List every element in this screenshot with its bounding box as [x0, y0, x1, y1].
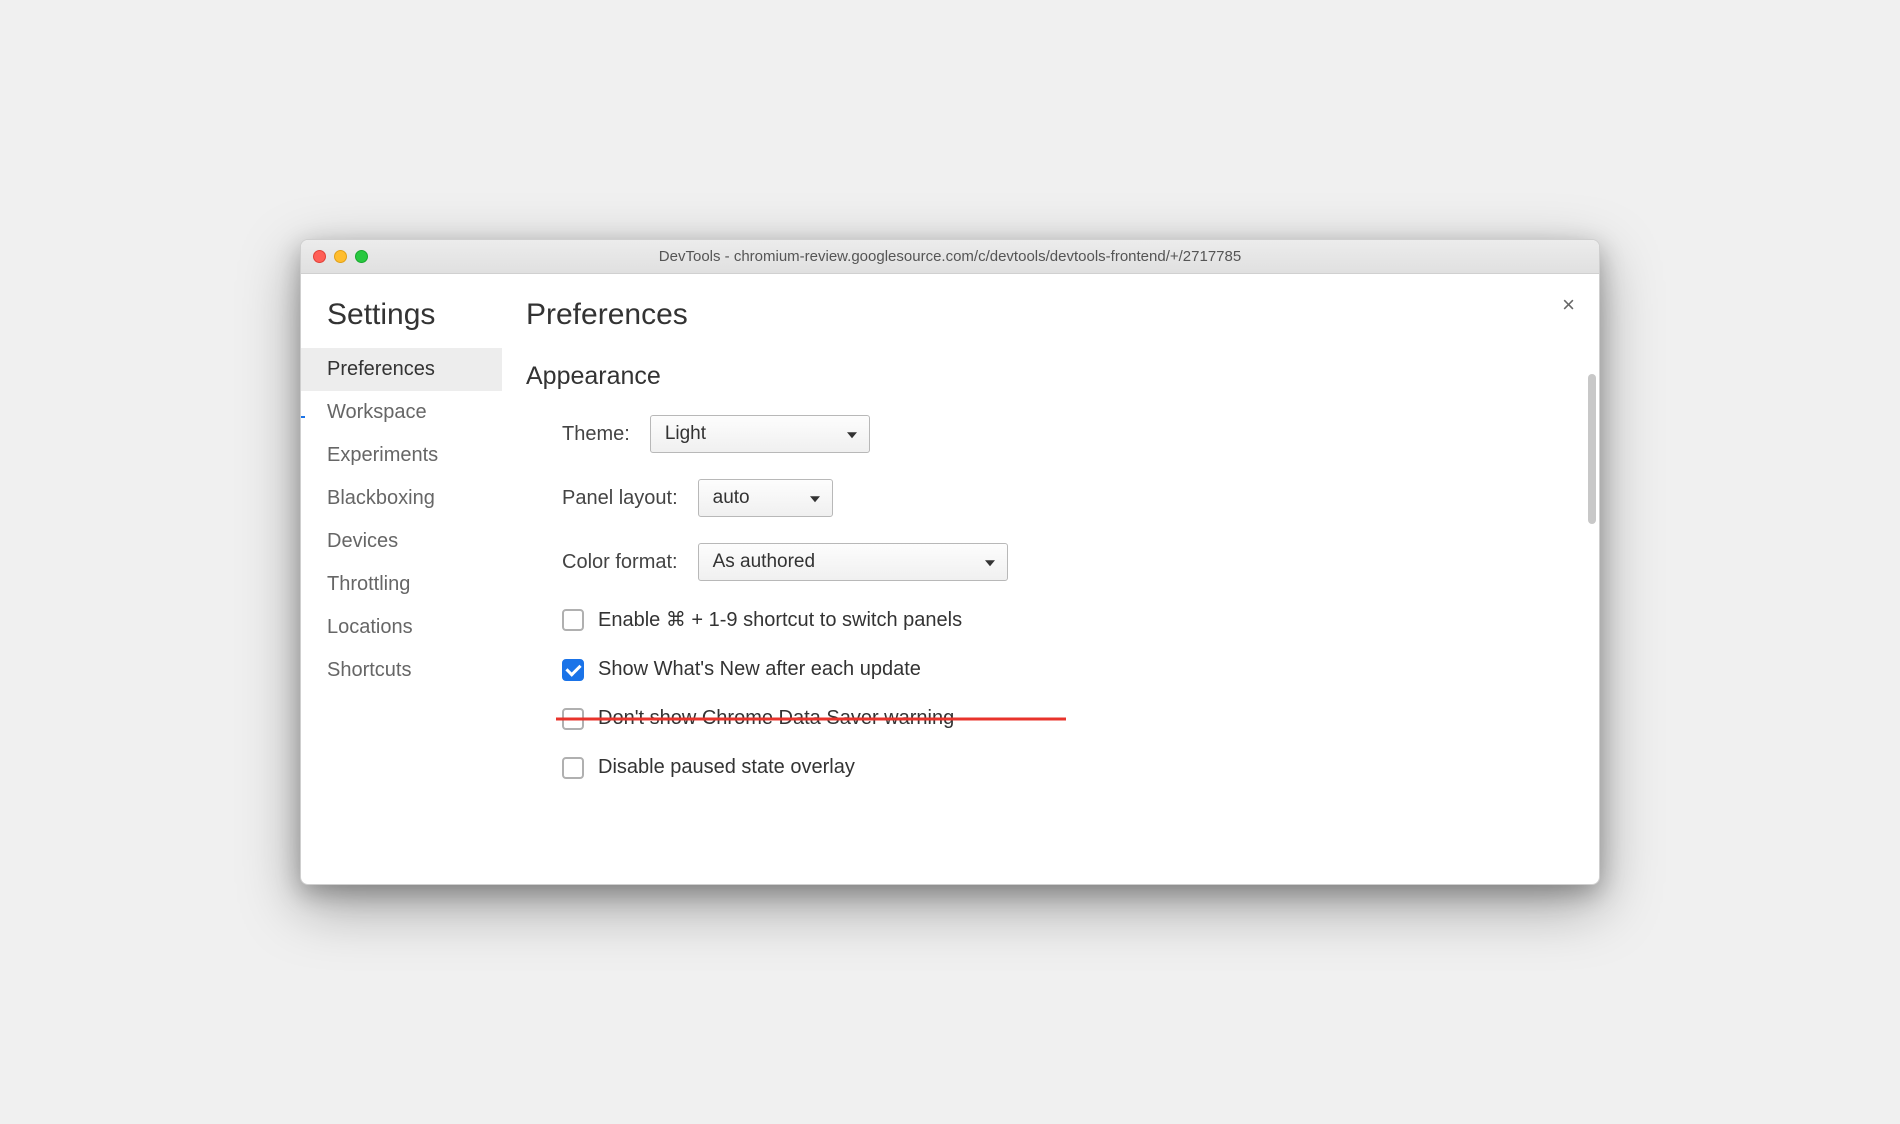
- minimize-window-button[interactable]: [334, 250, 347, 263]
- sidebar-item-experiments[interactable]: Experiments: [301, 434, 502, 477]
- panel-layout-select-value: auto: [713, 487, 750, 509]
- checkbox-paused-overlay-box[interactable]: [562, 757, 584, 779]
- scrollbar-thumb[interactable]: [1588, 374, 1596, 524]
- checkbox-whats-new: Show What's New after each update: [526, 658, 1559, 681]
- checkbox-paused-overlay: Disable paused state overlay: [526, 756, 1559, 779]
- color-format-field: Color format: As authored: [526, 543, 1559, 581]
- panel-layout-select[interactable]: auto: [698, 479, 833, 517]
- sidebar-item-throttling[interactable]: Throttling: [301, 563, 502, 606]
- window-title: DevTools - chromium-review.googlesource.…: [301, 248, 1599, 265]
- color-format-select[interactable]: As authored: [698, 543, 1008, 581]
- sidebar-item-shortcuts[interactable]: Shortcuts: [301, 649, 502, 692]
- settings-sidebar: Settings Preferences Workspace Experimen…: [300, 274, 502, 884]
- theme-label: Theme:: [562, 423, 630, 446]
- checkbox-enable-shortcut: Enable ⌘ + 1-9 shortcut to switch panels: [526, 607, 1559, 632]
- panel-layout-label: Panel layout:: [562, 487, 678, 510]
- theme-select-value: Light: [665, 423, 706, 445]
- checkbox-enable-shortcut-label: Enable ⌘ + 1-9 shortcut to switch panels: [598, 607, 962, 632]
- color-format-select-value: As authored: [713, 551, 815, 573]
- main-panel: Preferences Appearance Theme: Light Pane…: [502, 274, 1599, 884]
- checkbox-enable-shortcut-box[interactable]: [562, 609, 584, 631]
- theme-field: Theme: Light: [526, 415, 1559, 453]
- main-heading: Preferences: [526, 298, 1559, 332]
- maximize-window-button[interactable]: [355, 250, 368, 263]
- sidebar-item-preferences[interactable]: Preferences: [301, 348, 502, 391]
- section-heading-appearance: Appearance: [526, 362, 1559, 391]
- devtools-window: DevTools - chromium-review.googlesource.…: [300, 239, 1600, 885]
- content-area: × Settings Preferences Workspace Experim…: [301, 274, 1599, 884]
- blue-accent-mark: [301, 416, 305, 418]
- sidebar-item-blackboxing[interactable]: Blackboxing: [301, 477, 502, 520]
- sidebar-item-devices[interactable]: Devices: [301, 520, 502, 563]
- traffic-lights: [313, 250, 368, 263]
- close-settings-button[interactable]: ×: [1562, 292, 1575, 318]
- checkbox-whats-new-box[interactable]: [562, 659, 584, 681]
- theme-select[interactable]: Light: [650, 415, 870, 453]
- sidebar-item-locations[interactable]: Locations: [301, 606, 502, 649]
- sidebar-item-workspace[interactable]: Workspace: [301, 391, 502, 434]
- checkbox-whats-new-label: Show What's New after each update: [598, 658, 921, 681]
- panel-layout-field: Panel layout: auto: [526, 479, 1559, 517]
- sidebar-heading: Settings: [301, 298, 502, 348]
- close-window-button[interactable]: [313, 250, 326, 263]
- titlebar: DevTools - chromium-review.googlesource.…: [301, 240, 1599, 274]
- strikethrough-annotation: [556, 717, 1066, 720]
- color-format-label: Color format:: [562, 551, 678, 574]
- checkbox-paused-overlay-label: Disable paused state overlay: [598, 756, 855, 779]
- checkbox-data-saver: Don't show Chrome Data Saver warning: [526, 707, 1559, 730]
